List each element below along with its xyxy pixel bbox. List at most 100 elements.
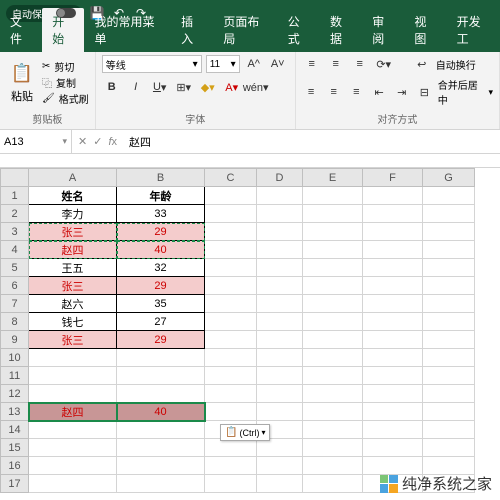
cell[interactable] [303,349,363,367]
cell[interactable]: 姓名 [29,187,117,205]
cell[interactable]: 王五 [29,259,117,277]
row-header-9[interactable]: 9 [1,331,29,349]
cell[interactable] [257,259,303,277]
tab-file[interactable]: 文件 [0,8,42,52]
col-header-E[interactable]: E [303,169,363,187]
row-header-4[interactable]: 4 [1,241,29,259]
cell[interactable] [257,475,303,493]
col-header-B[interactable]: B [117,169,205,187]
font-size-combo[interactable]: 11▾ [206,55,240,73]
formula-input[interactable]: 赵四 [123,134,500,150]
cell[interactable] [303,259,363,277]
cell[interactable] [423,421,475,439]
cell[interactable] [423,457,475,475]
cell[interactable] [205,331,257,349]
cell[interactable] [423,403,475,421]
col-header-F[interactable]: F [363,169,423,187]
cell[interactable] [205,439,257,457]
row-header-13[interactable]: 13 [1,403,29,421]
cell[interactable] [363,439,423,457]
align-center-icon[interactable]: ≡ [324,82,343,102]
align-left-icon[interactable]: ≡ [302,82,321,102]
cell[interactable] [205,457,257,475]
row-header-15[interactable]: 15 [1,439,29,457]
cell[interactable]: 张三 [29,331,117,349]
cell[interactable] [117,457,205,475]
cell[interactable] [205,385,257,403]
cell[interactable] [205,241,257,259]
row-header-10[interactable]: 10 [1,349,29,367]
cell[interactable]: 40 [117,403,205,421]
cell[interactable] [423,313,475,331]
cell[interactable] [303,205,363,223]
cell[interactable]: 29 [117,277,205,295]
italic-button[interactable]: I [126,77,146,97]
cell[interactable] [363,331,423,349]
row-header-11[interactable]: 11 [1,367,29,385]
cell[interactable] [363,367,423,385]
cell[interactable] [29,385,117,403]
cell[interactable] [423,277,475,295]
align-top-icon[interactable]: ≡ [302,54,322,74]
paste-button[interactable]: 📋 粘贴 [6,60,38,106]
cell[interactable] [363,403,423,421]
name-box[interactable]: A13▾ [0,130,72,153]
font-name-combo[interactable]: 等线▾ [102,55,202,73]
cell[interactable] [423,295,475,313]
cell[interactable] [303,223,363,241]
indent-left-icon[interactable]: ⇤ [370,82,389,102]
cell[interactable] [363,349,423,367]
cell[interactable] [423,223,475,241]
align-bottom-icon[interactable]: ≡ [350,54,370,74]
cell[interactable] [29,475,117,493]
align-middle-icon[interactable]: ≡ [326,54,346,74]
cell[interactable] [303,277,363,295]
cell[interactable]: 33 [117,205,205,223]
enter-icon[interactable]: ✓ [93,135,102,148]
cell[interactable] [257,349,303,367]
cell[interactable] [29,457,117,475]
cell[interactable]: 钱七 [29,313,117,331]
col-header-D[interactable]: D [257,169,303,187]
cell[interactable] [423,205,475,223]
cell[interactable] [205,295,257,313]
cell[interactable] [303,331,363,349]
row-header-17[interactable]: 17 [1,475,29,493]
tab-custom[interactable]: 我的常用菜单 [84,8,171,52]
cell[interactable] [303,241,363,259]
tab-data[interactable]: 数据 [320,8,362,52]
cell[interactable] [257,277,303,295]
cell[interactable] [423,439,475,457]
wrap-text-button[interactable]: 自动换行 [436,57,476,72]
decrease-font-icon[interactable]: A˅ [268,54,288,74]
spreadsheet-grid[interactable]: ABCDEFG1姓名年龄2李力333张三294赵四405王五326张三297赵六… [0,168,500,493]
cell[interactable] [205,223,257,241]
cell[interactable] [303,295,363,313]
cell[interactable] [303,421,363,439]
merge-center-button[interactable]: 合并后居中 [438,77,485,107]
row-header-3[interactable]: 3 [1,223,29,241]
tab-view[interactable]: 视图 [404,8,446,52]
tab-layout[interactable]: 页面布局 [213,8,277,52]
row-header-8[interactable]: 8 [1,313,29,331]
cell[interactable] [257,223,303,241]
row-header-16[interactable]: 16 [1,457,29,475]
cell[interactable]: 29 [117,223,205,241]
cell[interactable] [205,259,257,277]
cell[interactable] [363,259,423,277]
format-painter-button[interactable]: 🖌格式刷 [42,91,89,106]
orientation-icon[interactable]: ⟳▾ [374,54,394,74]
cell[interactable]: 27 [117,313,205,331]
select-all-corner[interactable] [1,169,29,187]
cell[interactable]: 李力 [29,205,117,223]
cell[interactable] [205,349,257,367]
cell[interactable] [363,187,423,205]
cell[interactable] [363,205,423,223]
cell[interactable] [117,439,205,457]
tab-dev[interactable]: 开发工 [447,8,500,52]
cell[interactable] [257,385,303,403]
cell[interactable] [257,205,303,223]
row-header-6[interactable]: 6 [1,277,29,295]
cell[interactable] [423,349,475,367]
row-header-7[interactable]: 7 [1,295,29,313]
